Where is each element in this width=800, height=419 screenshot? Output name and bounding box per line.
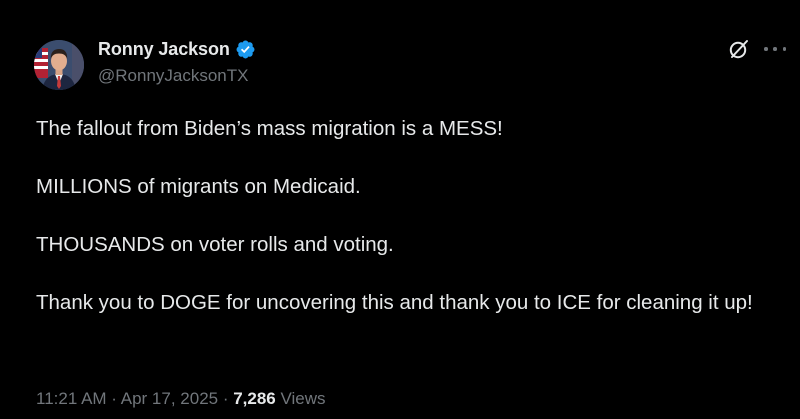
display-name[interactable]: Ronny Jackson bbox=[98, 39, 230, 60]
profile-photo-icon bbox=[34, 40, 84, 90]
tweet-paragraph: THOUSANDS on voter rolls and voting. bbox=[36, 233, 394, 256]
tweet-time[interactable]: 11:21 AM bbox=[36, 389, 107, 408]
dot-icon bbox=[773, 47, 777, 51]
more-options-icon[interactable] bbox=[764, 40, 786, 58]
verified-badge-icon[interactable] bbox=[235, 39, 256, 60]
views-label: Views bbox=[280, 389, 326, 408]
author-handle[interactable]: @RonnyJacksonTX bbox=[98, 66, 249, 86]
meta-separator: · bbox=[218, 389, 234, 408]
grok-icon[interactable] bbox=[728, 38, 750, 60]
tweet: Ronny Jackson @RonnyJacksonTX The fallou… bbox=[0, 0, 800, 419]
tweet-text: The fallout from Biden’s mass migration … bbox=[36, 114, 786, 317]
tweet-meta: 11:21 AM · Apr 17, 2025 · 7,286 Views bbox=[36, 389, 326, 409]
avatar[interactable] bbox=[34, 40, 84, 90]
dot-icon bbox=[782, 47, 786, 51]
tweet-paragraph: Thank you to DOGE for uncovering this an… bbox=[36, 291, 753, 314]
meta-separator: · bbox=[106, 389, 121, 408]
dot-icon bbox=[764, 47, 768, 51]
tweet-paragraph: MILLIONS of migrants on Medicaid. bbox=[36, 175, 361, 198]
tweet-paragraph: The fallout from Biden’s mass migration … bbox=[36, 117, 503, 140]
tweet-date[interactable]: Apr 17, 2025 bbox=[121, 389, 218, 408]
author-name-row: Ronny Jackson bbox=[98, 39, 256, 60]
views-count: 7,286 bbox=[233, 389, 276, 408]
